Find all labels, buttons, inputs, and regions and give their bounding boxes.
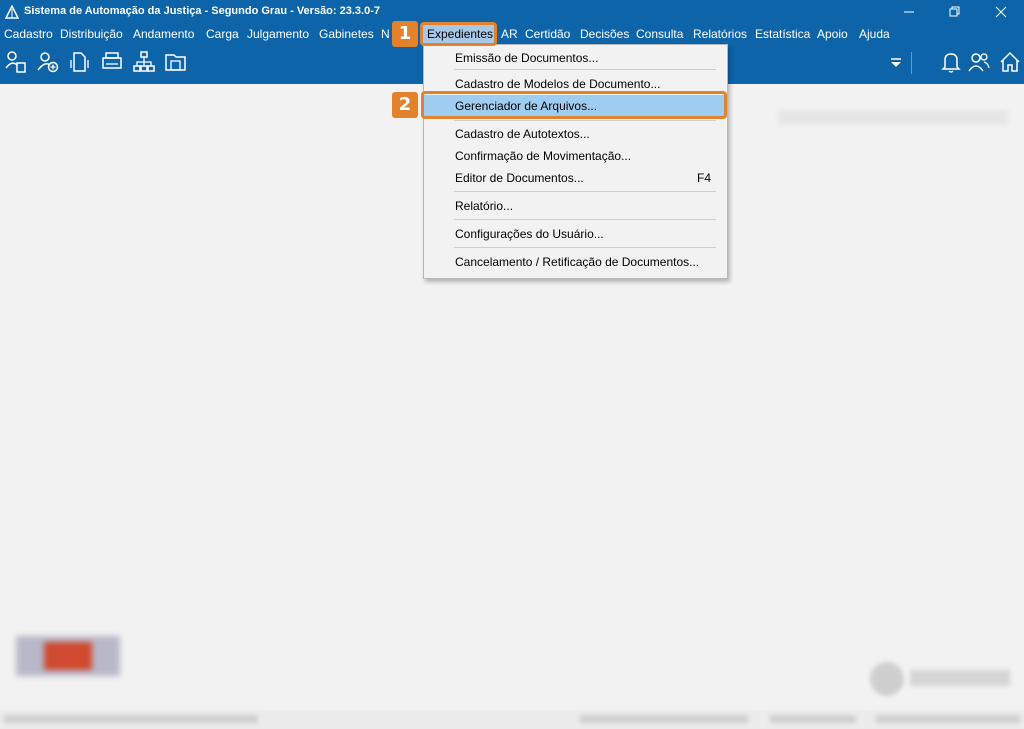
menu-separator (454, 219, 716, 220)
menu-item-label: Cadastro de Modelos de Documento... (455, 77, 661, 91)
step1-badge: 1 (392, 21, 418, 47)
hierarchy-icon[interactable] (132, 50, 156, 74)
menu-item-label: Relatório... (455, 199, 514, 213)
menu-separator (454, 191, 716, 192)
title-bar: Sistema de Automação da Justiça - Segund… (0, 0, 1024, 24)
menu-item-label: Configurações do Usuário... (455, 227, 604, 241)
menu-distribuicao[interactable]: Distribuição (60, 27, 123, 41)
restore-icon (949, 6, 960, 17)
blurred-logo-right (866, 660, 1016, 698)
menu-item-cancelamento-retificacao[interactable]: Cancelamento / Retificação de Documentos… (424, 251, 727, 271)
document-arrows-icon[interactable] (68, 50, 92, 74)
folder-icon[interactable] (164, 50, 188, 74)
menu-estatistica[interactable]: Estatística (755, 27, 810, 41)
menu-item-label: Editor de Documentos... (455, 171, 584, 185)
close-button[interactable] (978, 0, 1024, 24)
menu-bar: Cadastro Distribuição Andamento Carga Ju… (0, 24, 1024, 44)
menu-andamento[interactable]: Andamento (133, 27, 194, 41)
dropdown-arrow-icon[interactable] (884, 50, 908, 74)
menu-item-label: Cancelamento / Retificação de Documentos… (455, 255, 700, 269)
add-user-icon[interactable] (36, 50, 60, 74)
menu-n[interactable]: N (381, 27, 390, 41)
menu-carga[interactable]: Carga (206, 27, 239, 41)
step1-highlight-box (420, 22, 497, 46)
app-logo-icon (5, 5, 19, 19)
users-icon[interactable] (967, 50, 991, 74)
menu-item-emissao-documentos[interactable]: Emissão de Documentos... (424, 47, 727, 67)
minimize-button[interactable] (886, 0, 932, 24)
menu-separator (454, 120, 716, 121)
minimize-icon (904, 11, 914, 13)
home-icon[interactable] (998, 50, 1022, 74)
expedientes-dropdown: Emissão de Documentos... Cadastro de Mod… (423, 44, 728, 279)
menu-separator (454, 69, 716, 70)
menu-apoio[interactable]: Apoio (817, 27, 848, 41)
menu-certidao[interactable]: Certidão (525, 27, 570, 41)
step2-badge: 2 (392, 92, 418, 118)
menu-ar[interactable]: AR (501, 27, 518, 41)
status-bar (0, 710, 1024, 729)
toolbar-divider (911, 52, 912, 74)
user-document-icon[interactable] (4, 50, 28, 74)
menu-item-cadastro-modelos[interactable]: Cadastro de Modelos de Documento... (424, 73, 727, 93)
menu-relatorios[interactable]: Relatórios (693, 27, 747, 41)
menu-decisoes[interactable]: Decisões (580, 27, 629, 41)
menu-ajuda[interactable]: Ajuda (859, 27, 890, 41)
blurred-info-text (778, 110, 1008, 124)
menu-consulta[interactable]: Consulta (636, 27, 683, 41)
menu-item-relatorio[interactable]: Relatório... (424, 195, 727, 215)
menu-item-label: Emissão de Documentos... (455, 51, 599, 65)
restore-button[interactable] (932, 0, 978, 24)
menu-item-editor-documentos[interactable]: Editor de Documentos... F4 (424, 167, 727, 187)
menu-gabinetes[interactable]: Gabinetes (319, 27, 374, 41)
menu-cadastro[interactable]: Cadastro (4, 27, 53, 41)
menu-item-label: Cadastro de Autotextos... (455, 127, 590, 141)
menu-item-shortcut: F4 (696, 171, 711, 185)
close-icon (995, 6, 1007, 18)
step2-highlight-box (421, 91, 727, 119)
menu-separator (454, 247, 716, 248)
menu-item-confirmacao-movimentacao[interactable]: Confirmação de Movimentação... (424, 145, 727, 165)
window-title: Sistema de Automação da Justiça - Segund… (24, 5, 380, 17)
menu-item-cadastro-autotextos[interactable]: Cadastro de Autotextos... (424, 123, 727, 143)
menu-item-configuracoes-usuario[interactable]: Configurações do Usuário... (424, 223, 727, 243)
bell-icon[interactable] (939, 50, 963, 74)
menu-julgamento[interactable]: Julgamento (247, 27, 309, 41)
blurred-logo-left (16, 636, 120, 676)
menu-item-label: Confirmação de Movimentação... (455, 149, 632, 163)
printer-icon[interactable] (100, 50, 124, 74)
